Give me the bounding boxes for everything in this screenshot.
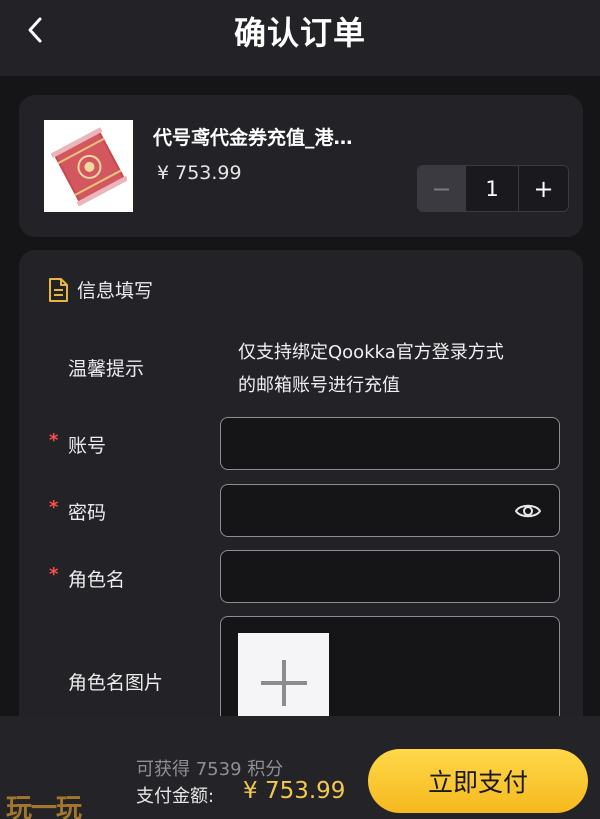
product-price: ¥ 753.99 — [157, 162, 242, 184]
notice-line-1: 仅支持绑定Qookka官方登录方式 — [238, 342, 504, 363]
section-title: 信息填写 — [77, 280, 154, 302]
required-mark: * — [49, 430, 59, 451]
role-name-input[interactable] — [220, 550, 560, 603]
quantity-value[interactable]: 1 — [465, 166, 519, 211]
pay-amount-label: 支付金额: — [136, 786, 215, 807]
decrease-button[interactable]: − — [418, 166, 465, 211]
password-input[interactable] — [220, 484, 560, 537]
required-mark: * — [49, 497, 59, 518]
pay-amount: ¥ 753.99 — [243, 778, 346, 804]
account-input[interactable] — [220, 417, 560, 470]
increase-button[interactable]: + — [519, 166, 568, 211]
role-image-label: 角色名图片 — [68, 672, 164, 694]
plus-icon — [260, 660, 307, 706]
eye-icon[interactable] — [515, 501, 541, 521]
pay-now-button[interactable]: 立即支付 — [368, 749, 588, 813]
voucher-pack-icon — [50, 127, 127, 207]
page-title: 确认订单 — [233, 14, 366, 52]
section-header: 信息填写 — [47, 276, 153, 303]
role-name-label: 角色名 — [68, 569, 126, 591]
product-image[interactable] — [44, 120, 133, 212]
password-label: 密码 — [68, 502, 107, 524]
quantity-stepper[interactable]: − 1 + — [417, 165, 569, 212]
document-icon — [49, 277, 68, 302]
account-label: 账号 — [68, 435, 107, 457]
notice-label: 温馨提示 — [68, 358, 145, 380]
product-card: 代号鸢代金券充值_港… ¥ 753.99 − 1 + — [19, 95, 583, 237]
info-form-card: 信息填写 温馨提示 仅支持绑定Qookka官方登录方式 的邮箱账号进行充值 * … — [19, 250, 583, 776]
top-bar: 确认订单 — [0, 0, 600, 76]
notice-line-2: 的邮箱账号进行充值 — [238, 375, 400, 396]
site-watermark: 玩一玩 — [6, 794, 82, 819]
checkout-bar: 玩一玩 可获得 7539 积分 支付金额: ¥ 753.99 立即支付 — [0, 716, 600, 819]
product-title: 代号鸢代金券充值_港… — [153, 127, 353, 149]
required-mark: * — [49, 564, 59, 585]
notice-text: 仅支持绑定Qookka官方登录方式 的邮箱账号进行充值 — [238, 336, 558, 402]
